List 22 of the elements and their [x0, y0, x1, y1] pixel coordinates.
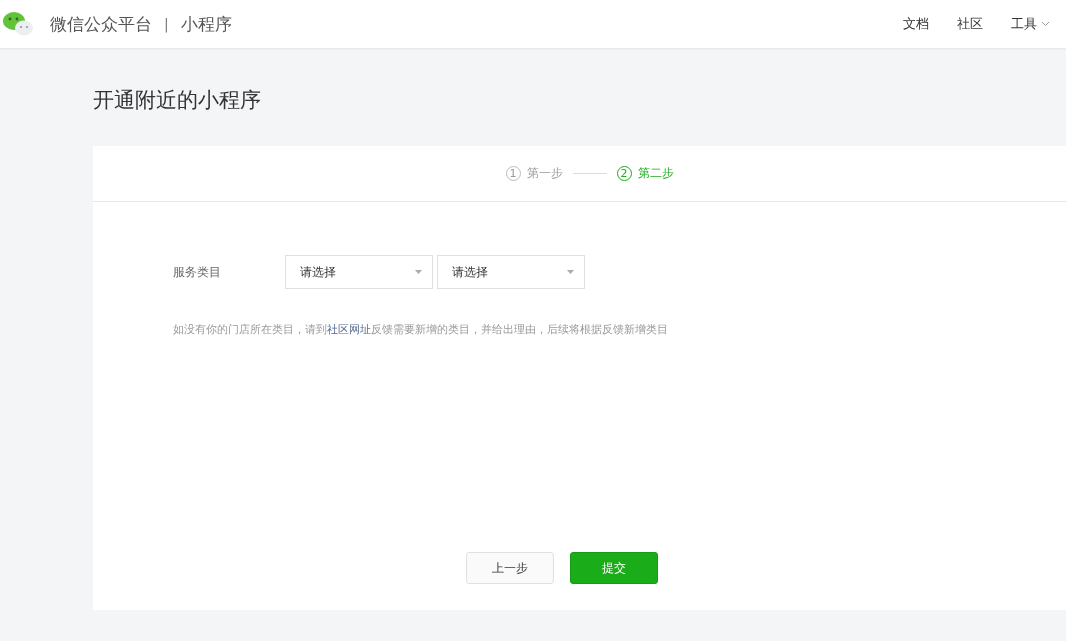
product-name: 小程序 [180, 12, 232, 36]
select-dropdown[interactable]: 请选择 [285, 255, 433, 289]
dropdown-triangle-icon [567, 270, 574, 274]
chat-bubbles-logo-icon [2, 10, 34, 38]
step-label: 第二步 [637, 165, 674, 182]
field-label: 服务类目 [173, 263, 222, 281]
chevron-down-icon [1041, 21, 1050, 27]
dropdown-triangle-icon [415, 270, 422, 274]
step-label: 第一步 [526, 165, 563, 182]
nav-link[interactable]: 文档 [903, 15, 929, 33]
nav-dropdown[interactable]: 工具 [1011, 15, 1050, 33]
step-connector [572, 173, 607, 174]
community-link[interactable]: 社区网址 [327, 323, 371, 336]
select-placeholder: 请选择 [452, 263, 488, 281]
select-dropdown[interactable]: 请选择 [437, 255, 585, 289]
select-placeholder: 请选择 [300, 263, 336, 281]
page-title: 开通附近的小程序 [93, 88, 262, 112]
nav-link[interactable]: 社区 [957, 15, 983, 33]
platform-name[interactable]: 微信公众平台 [50, 12, 152, 36]
previous-step-button[interactable]: 上一步 [466, 552, 554, 584]
separator: | [164, 16, 169, 32]
hint-text: 如没有你的门店所在类目，请到社区网址反馈需要新增的类目，并给出理由，后续将根据反馈新增类目 [173, 322, 669, 337]
